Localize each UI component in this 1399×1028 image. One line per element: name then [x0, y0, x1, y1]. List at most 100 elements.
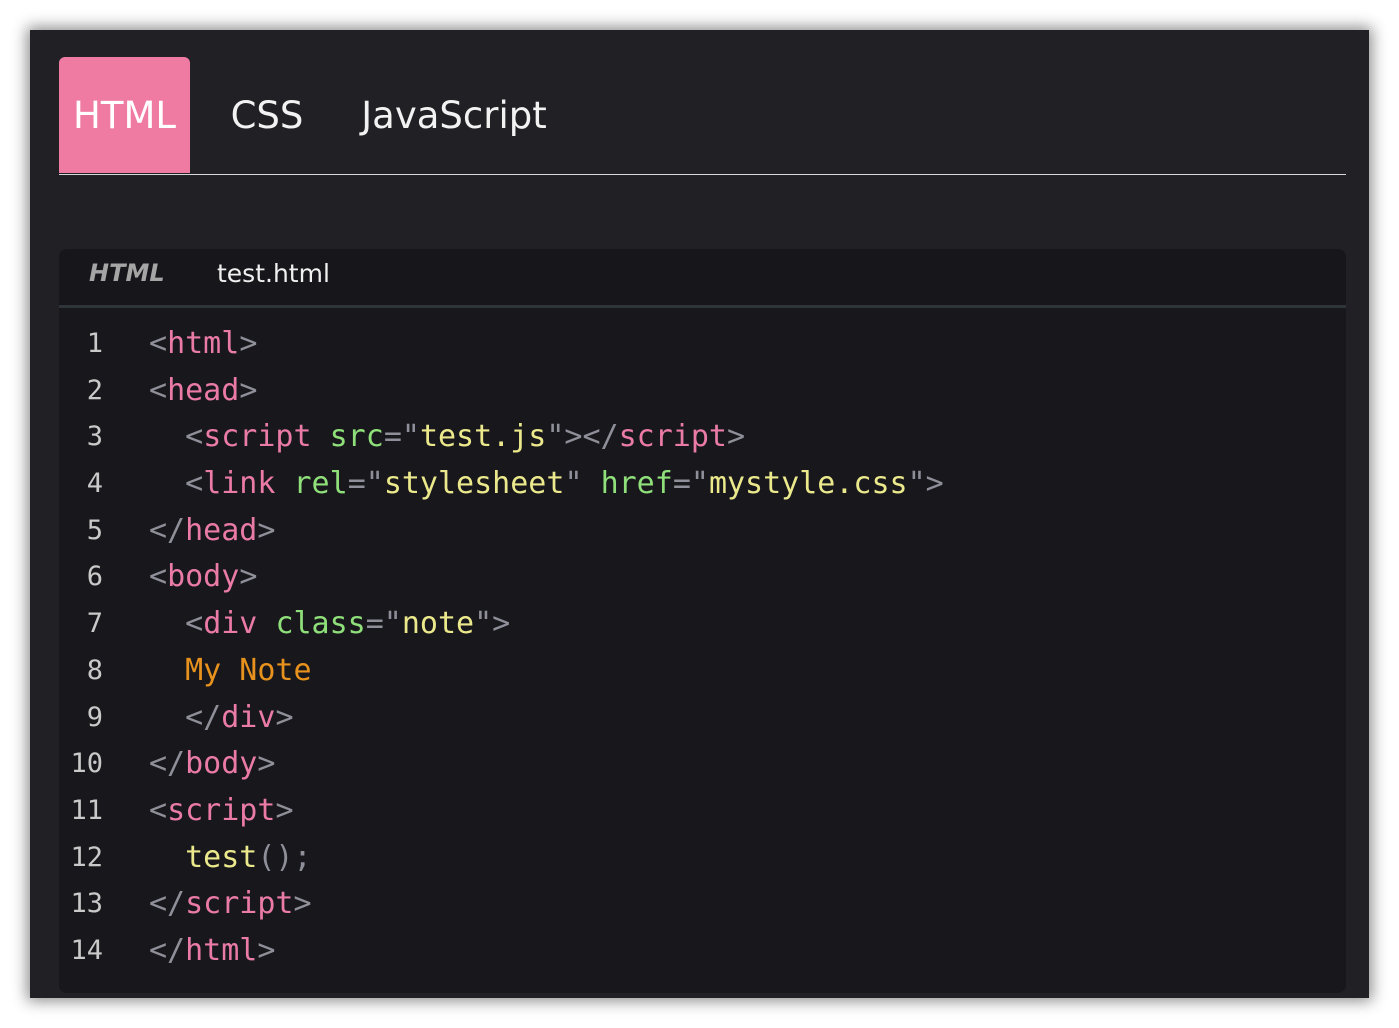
code-token: >: [239, 559, 258, 595]
line-number: 11: [70, 794, 103, 826]
code-token: div: [203, 606, 258, 642]
code-token: ">: [474, 606, 511, 642]
code-token: =": [365, 606, 402, 642]
code-text: <body>: [149, 554, 257, 601]
code-token: My Note: [149, 652, 312, 688]
code-line: 4 <link rel="stylesheet" href="mystyle.c…: [59, 461, 1346, 508]
code-token: <: [149, 559, 168, 595]
code-line: 5 </head>: [59, 508, 1346, 555]
code-line: 9 </div>: [59, 695, 1346, 742]
line-number: 7: [86, 608, 103, 640]
code-token: script: [618, 419, 727, 455]
code-token: script: [185, 886, 294, 922]
code-token: div: [221, 699, 276, 735]
code-token: >: [727, 419, 746, 455]
line-number: 6: [86, 561, 103, 593]
code-token: </: [149, 512, 186, 548]
code-line: 10 </body>: [59, 741, 1346, 788]
code-token: <: [149, 792, 168, 828]
code-token: src: [329, 419, 384, 455]
code-token: body: [167, 559, 240, 595]
code-token: class: [275, 606, 366, 642]
line-number: 4: [86, 468, 103, 500]
line-number: 3: [86, 421, 103, 453]
line-number: 10: [70, 748, 103, 780]
code-line: 3 <script src="test.js"></script>: [59, 414, 1346, 461]
code-text: <html>: [149, 321, 257, 368]
language-label: HTML: [89, 259, 165, 287]
code-token: =": [383, 419, 420, 455]
code-token: rel: [293, 466, 348, 502]
code-text: <script>: [149, 788, 294, 835]
code-text: <script src="test.js"></script>: [149, 414, 745, 461]
code-text: </div>: [149, 695, 294, 742]
tab-css[interactable]: CSS: [229, 57, 305, 173]
code-token: =": [347, 466, 384, 502]
code-token: html: [167, 326, 240, 361]
code-token: >: [257, 512, 276, 548]
code-token: <: [149, 326, 168, 361]
code-token: "></: [546, 419, 619, 455]
code-text: <div class="note">: [149, 601, 510, 648]
code-block[interactable]: 1 <html> 2 <head> 3 <script src="test.js"></…: [59, 321, 1346, 975]
code-line: 11 <script>: [59, 788, 1346, 835]
line-number: 5: [86, 514, 103, 546]
code-token: >: [257, 746, 276, 782]
code-line: 1 <html>: [59, 321, 1346, 368]
code-token: mystyle.css: [708, 466, 908, 502]
code-token: </: [149, 886, 186, 922]
code-token: head: [185, 512, 258, 548]
code-token: head: [167, 372, 240, 408]
line-number: 12: [70, 841, 103, 873]
code-token: >: [293, 886, 312, 922]
code-token: </: [149, 699, 222, 735]
line-number: 14: [70, 934, 103, 966]
code-panel: HTML test.html 1 <html> 2 <head> 3 <script s…: [59, 249, 1346, 993]
code-token: test.js: [419, 419, 547, 455]
code-text: </html>: [149, 928, 275, 975]
code-token: href: [600, 466, 673, 502]
tab-javascript[interactable]: JavaScript: [359, 57, 549, 173]
code-line: 13 </script>: [59, 881, 1346, 928]
code-token: test: [149, 839, 258, 875]
code-token: script: [167, 792, 276, 828]
code-token: ">: [907, 466, 944, 502]
code-token: >: [275, 699, 294, 735]
code-token: ": [564, 466, 601, 502]
code-text: test();: [149, 835, 311, 882]
code-token: stylesheet: [383, 466, 565, 502]
code-token: >: [239, 326, 258, 361]
code-text: </body>: [149, 741, 275, 788]
code-token: </: [149, 932, 186, 968]
line-number: 13: [70, 888, 103, 920]
code-text: <head>: [149, 368, 257, 415]
code-token: html: [185, 932, 258, 968]
code-line: 7 <div class="note">: [59, 601, 1346, 648]
code-token: link: [203, 466, 276, 502]
line-number: 1: [86, 328, 103, 359]
language-tab-bar: HTML CSS JavaScript: [59, 57, 1346, 175]
code-panel-header: HTML test.html: [59, 249, 1346, 308]
code-line: 8 My Note: [59, 648, 1346, 695]
tab-html[interactable]: HTML: [59, 57, 190, 173]
code-text: <link rel="stylesheet" href="mystyle.css…: [149, 461, 944, 508]
code-token: >: [257, 932, 276, 968]
code-token: <: [149, 606, 204, 642]
code-line: 14 </html>: [59, 928, 1346, 975]
file-name-tab[interactable]: test.html: [217, 259, 330, 288]
code-line: 2 <head>: [59, 368, 1346, 415]
code-token: >: [275, 792, 294, 828]
line-number: 2: [86, 374, 103, 406]
code-token: >: [239, 372, 258, 408]
code-token: script: [203, 419, 312, 455]
code-token: note: [401, 606, 475, 642]
code-viewer-window: HTML CSS JavaScript HTML test.html 1 <htm…: [30, 30, 1369, 998]
line-number: 8: [86, 654, 103, 686]
code-token: <: [149, 419, 204, 455]
code-token: </: [149, 746, 186, 782]
code-token: body: [185, 746, 258, 782]
code-token: =": [672, 466, 709, 502]
